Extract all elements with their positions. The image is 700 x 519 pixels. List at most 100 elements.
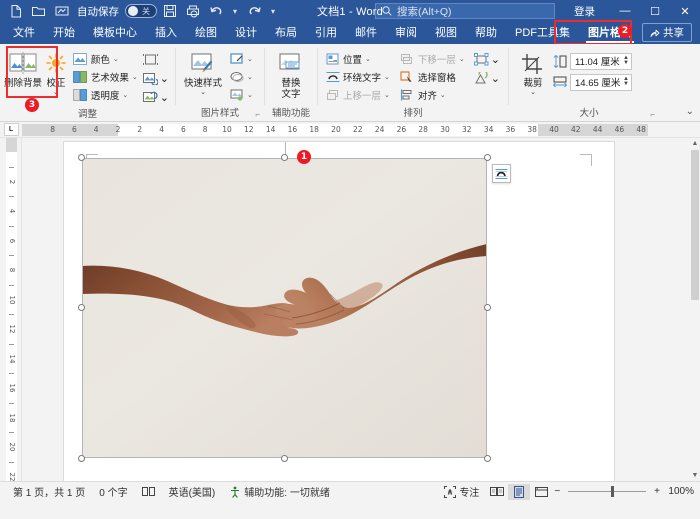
tab-review[interactable]: 审阅 (386, 23, 426, 44)
picture-layout-button[interactable]: ⌄ (226, 86, 256, 103)
view-web-layout[interactable] (530, 484, 552, 500)
resize-handle-bottom-left[interactable] (78, 455, 85, 462)
send-backward-caret[interactable]: ⌄ (459, 55, 465, 63)
scroll-up-arrow[interactable]: ▲ (690, 138, 700, 149)
resize-handle-middle-right[interactable] (484, 304, 491, 311)
crop-caret[interactable]: ⌄ (530, 89, 536, 96)
bring-forward-button[interactable]: 上移一层 ⌄ (322, 86, 393, 103)
tab-references[interactable]: 引用 (306, 23, 346, 44)
send-backward-button[interactable]: 下移一层 ⌄ (397, 50, 468, 67)
resize-handle-top-right[interactable] (484, 154, 491, 161)
quick-styles-caret[interactable]: ⌄ (200, 89, 206, 96)
picture-effects-caret[interactable]: ⌄ (247, 73, 253, 81)
undo-dropdown-caret[interactable]: ▾ (229, 7, 241, 16)
corrections-caret[interactable]: ⌄ (53, 89, 59, 96)
rotate-objects-button[interactable]: ⌄ (472, 70, 502, 87)
group-objects-button[interactable]: ⌄ (472, 51, 502, 68)
transparency-button[interactable]: 透明度 ⌄ (70, 86, 141, 103)
picture-border-button[interactable]: ⌄ (226, 50, 256, 67)
document-canvas[interactable]: 1 ▲ ▼ (22, 138, 700, 481)
tab-pdf-toolkit[interactable]: PDF工具集 (506, 23, 579, 44)
new-document-icon[interactable] (6, 2, 26, 20)
quick-styles-button[interactable]: 快速样式 ⌄ (180, 48, 226, 96)
bring-forward-caret[interactable]: ⌄ (384, 91, 390, 99)
color-button[interactable]: 颜色 ⌄ (70, 50, 141, 67)
vertical-scrollbar-thumb[interactable] (691, 150, 699, 300)
vertical-scrollbar[interactable]: ▲ ▼ (690, 138, 700, 481)
resize-handle-bottom-right[interactable] (484, 455, 491, 462)
shape-height-spinners[interactable]: ▲▼ (623, 56, 629, 66)
selected-picture[interactable]: 1 (82, 158, 487, 458)
page-indicator[interactable]: 第 1 页，共 1 页 (6, 484, 92, 499)
position-caret[interactable]: ⌄ (365, 55, 371, 63)
language-indicator[interactable]: 英语(美国) (162, 484, 223, 499)
tab-insert[interactable]: 插入 (146, 23, 186, 44)
selection-pane-button[interactable]: 选择窗格 (397, 68, 468, 85)
remove-background-button[interactable]: 删除背景 (4, 48, 42, 89)
artistic-effects-caret[interactable]: ⌄ (132, 73, 138, 81)
document-page[interactable]: 1 (64, 142, 614, 481)
color-caret[interactable]: ⌄ (113, 55, 119, 63)
align-button[interactable]: 对齐 ⌄ (397, 86, 468, 103)
rotate-objects-caret[interactable]: ⌄ (491, 72, 500, 85)
zoom-level[interactable]: 100% (662, 486, 694, 497)
zoom-slider[interactable] (568, 491, 646, 492)
picture-image[interactable] (82, 158, 487, 458)
touch-mode-icon[interactable] (52, 2, 72, 20)
crop-button[interactable]: 裁剪 ⌄ (513, 48, 553, 96)
position-button[interactable]: 位置 ⌄ (322, 50, 393, 67)
view-read-mode[interactable] (486, 484, 508, 500)
tab-view[interactable]: 视图 (426, 23, 466, 44)
compress-pictures-button[interactable] (141, 51, 171, 68)
picture-styles-dialog-launcher[interactable]: ⌐ (255, 110, 260, 119)
shape-height-field[interactable]: 11.04 厘米 ▲▼ (570, 53, 632, 70)
proofing-status[interactable] (135, 486, 162, 497)
undo-icon[interactable] (206, 2, 226, 20)
picture-layout-caret[interactable]: ⌄ (247, 91, 253, 99)
view-print-layout[interactable] (508, 484, 530, 500)
zoom-out-button[interactable]: − (552, 486, 562, 497)
minimize-button[interactable]: — (610, 0, 640, 22)
focus-mode-button[interactable]: 专注 (437, 484, 486, 499)
tab-mailings[interactable]: 邮件 (346, 23, 386, 44)
word-count[interactable]: 0 个字 (92, 484, 134, 499)
tab-help[interactable]: 帮助 (466, 23, 506, 44)
artistic-effects-button[interactable]: 艺术效果 ⌄ (70, 68, 141, 85)
transparency-caret[interactable]: ⌄ (122, 91, 128, 99)
tab-home[interactable]: 开始 (44, 23, 84, 44)
group-objects-caret[interactable]: ⌄ (491, 53, 500, 66)
reset-picture-button[interactable]: ⌄ (141, 89, 171, 106)
zoom-slider-thumb[interactable] (611, 486, 614, 497)
tab-design[interactable]: 设计 (226, 23, 266, 44)
resize-handle-middle-left[interactable] (78, 304, 85, 311)
reset-picture-caret[interactable]: ⌄ (160, 91, 169, 104)
share-button[interactable]: 共享 (642, 23, 692, 42)
wrap-text-caret[interactable]: ⌄ (384, 73, 390, 81)
vertical-ruler[interactable]: 246810121416182022 (0, 138, 22, 481)
change-picture-caret[interactable]: ⌄ (160, 72, 169, 85)
tab-layout[interactable]: 布局 (266, 23, 306, 44)
change-picture-button[interactable]: ⌄ (141, 70, 171, 87)
resize-handle-top-left[interactable] (78, 154, 85, 161)
open-folder-icon[interactable] (29, 2, 49, 20)
tab-template-center[interactable]: 模板中心 (84, 23, 146, 44)
tab-draw[interactable]: 绘图 (186, 23, 226, 44)
layout-options-button[interactable] (492, 164, 511, 183)
close-button[interactable]: ✕ (670, 0, 700, 22)
print-preview-icon[interactable] (183, 2, 203, 20)
tab-file[interactable]: 文件 (4, 23, 44, 44)
search-input[interactable]: 搜索(Alt+Q) (375, 3, 555, 19)
wrap-text-button[interactable]: 环绕文字 ⌄ (322, 68, 393, 85)
size-dialog-launcher[interactable]: ⌐ (650, 110, 655, 119)
collapse-ribbon-button[interactable]: ⌄ (686, 106, 694, 117)
corrections-button[interactable]: 校正 ⌄ (42, 48, 70, 96)
shape-width-field[interactable]: 14.65 厘米 ▲▼ (570, 74, 632, 91)
maximize-button[interactable]: ☐ (640, 0, 670, 22)
picture-border-caret[interactable]: ⌄ (247, 55, 253, 63)
scroll-down-arrow[interactable]: ▼ (690, 470, 700, 481)
autosave-toggle[interactable]: 关 (125, 4, 157, 18)
tab-picture-format[interactable]: 图片格式 (579, 23, 641, 44)
accessibility-status[interactable]: 辅助功能: 一切就绪 (222, 484, 337, 499)
resize-handle-bottom-center[interactable] (281, 455, 288, 462)
horizontal-ruler-track[interactable]: 8642246810121416182022242628303234363840… (22, 122, 700, 137)
